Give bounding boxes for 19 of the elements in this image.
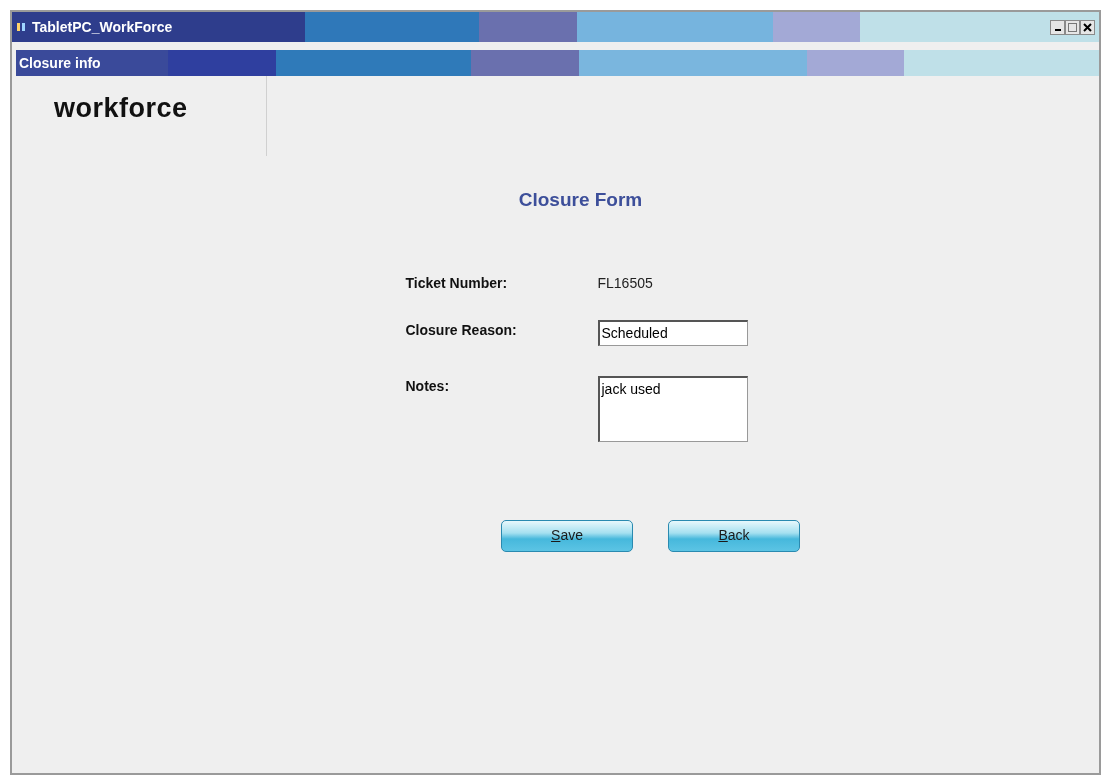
action-button[interactable]: Save: [501, 519, 633, 552]
ticket-number-value: FL16505: [597, 273, 653, 293]
form-title: Closure Form: [518, 188, 643, 212]
notes-field[interactable]: jack used: [597, 375, 748, 442]
window-title: TabletPC_WorkForce: [32, 17, 173, 37]
close-icon: [1083, 23, 1092, 33]
logo-text: workforce: [54, 92, 189, 125]
app-icon: [16, 21, 28, 33]
field-label: Closure Reason:: [405, 320, 518, 340]
minimize-icon: [1054, 28, 1061, 31]
input-field[interactable]: Scheduled: [597, 319, 748, 346]
maximize-button[interactable]: [1065, 19, 1080, 35]
action-button[interactable]: Back: [668, 519, 800, 552]
subtitle: Closure info: [19, 53, 101, 73]
field-label: Notes:: [405, 376, 451, 396]
maximize-icon: [1068, 23, 1077, 33]
field-label: Ticket Number:: [405, 273, 509, 293]
close-button[interactable]: [1080, 19, 1095, 35]
minimize-button[interactable]: [1050, 19, 1065, 35]
